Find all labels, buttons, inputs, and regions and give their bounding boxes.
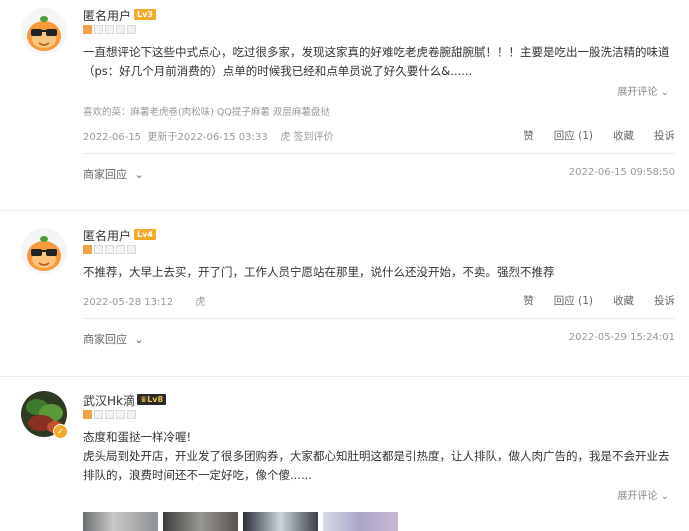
chevron-down-icon: ⌄ — [660, 491, 669, 502]
star-empty-icon — [127, 410, 136, 419]
review-text-line: 虎头局到处开店，开业发了很多团购券，大家都心知肚明这都是引热度，让人排队，做人肉… — [83, 449, 670, 482]
review-photo[interactable] — [323, 512, 398, 531]
review-photo[interactable] — [243, 512, 318, 531]
star-rating — [83, 410, 138, 421]
star-empty-icon — [94, 410, 103, 419]
star-filled-icon — [83, 410, 92, 419]
level-text: Lv8 — [147, 395, 164, 404]
expand-label: 展开评论 — [617, 491, 658, 502]
review-photo[interactable] — [83, 512, 158, 531]
star-empty-icon — [116, 410, 125, 419]
verified-badge-icon: ✓ — [53, 424, 68, 439]
review-photo[interactable] — [163, 512, 238, 531]
username[interactable]: 武汉Hk滴 — [83, 392, 135, 409]
star-empty-icon — [105, 410, 114, 419]
review-text: 态度和蛋挞一样冷喔! 虎头局到处开店，开业发了很多团购券，大家都心知肚明这都是引… — [83, 428, 673, 485]
level-badge: ♛Lv8 — [137, 394, 167, 405]
expand-review-link[interactable]: 展开评论 ⌄ — [617, 487, 669, 502]
review-text-line: 态度和蛋挞一样冷喔! — [83, 430, 192, 444]
review-card: ✓ 武汉Hk滴 ♛Lv8 态度和蛋挞一样冷喔! 虎头局到处开店，开业发了很多团购… — [0, 0, 689, 531]
